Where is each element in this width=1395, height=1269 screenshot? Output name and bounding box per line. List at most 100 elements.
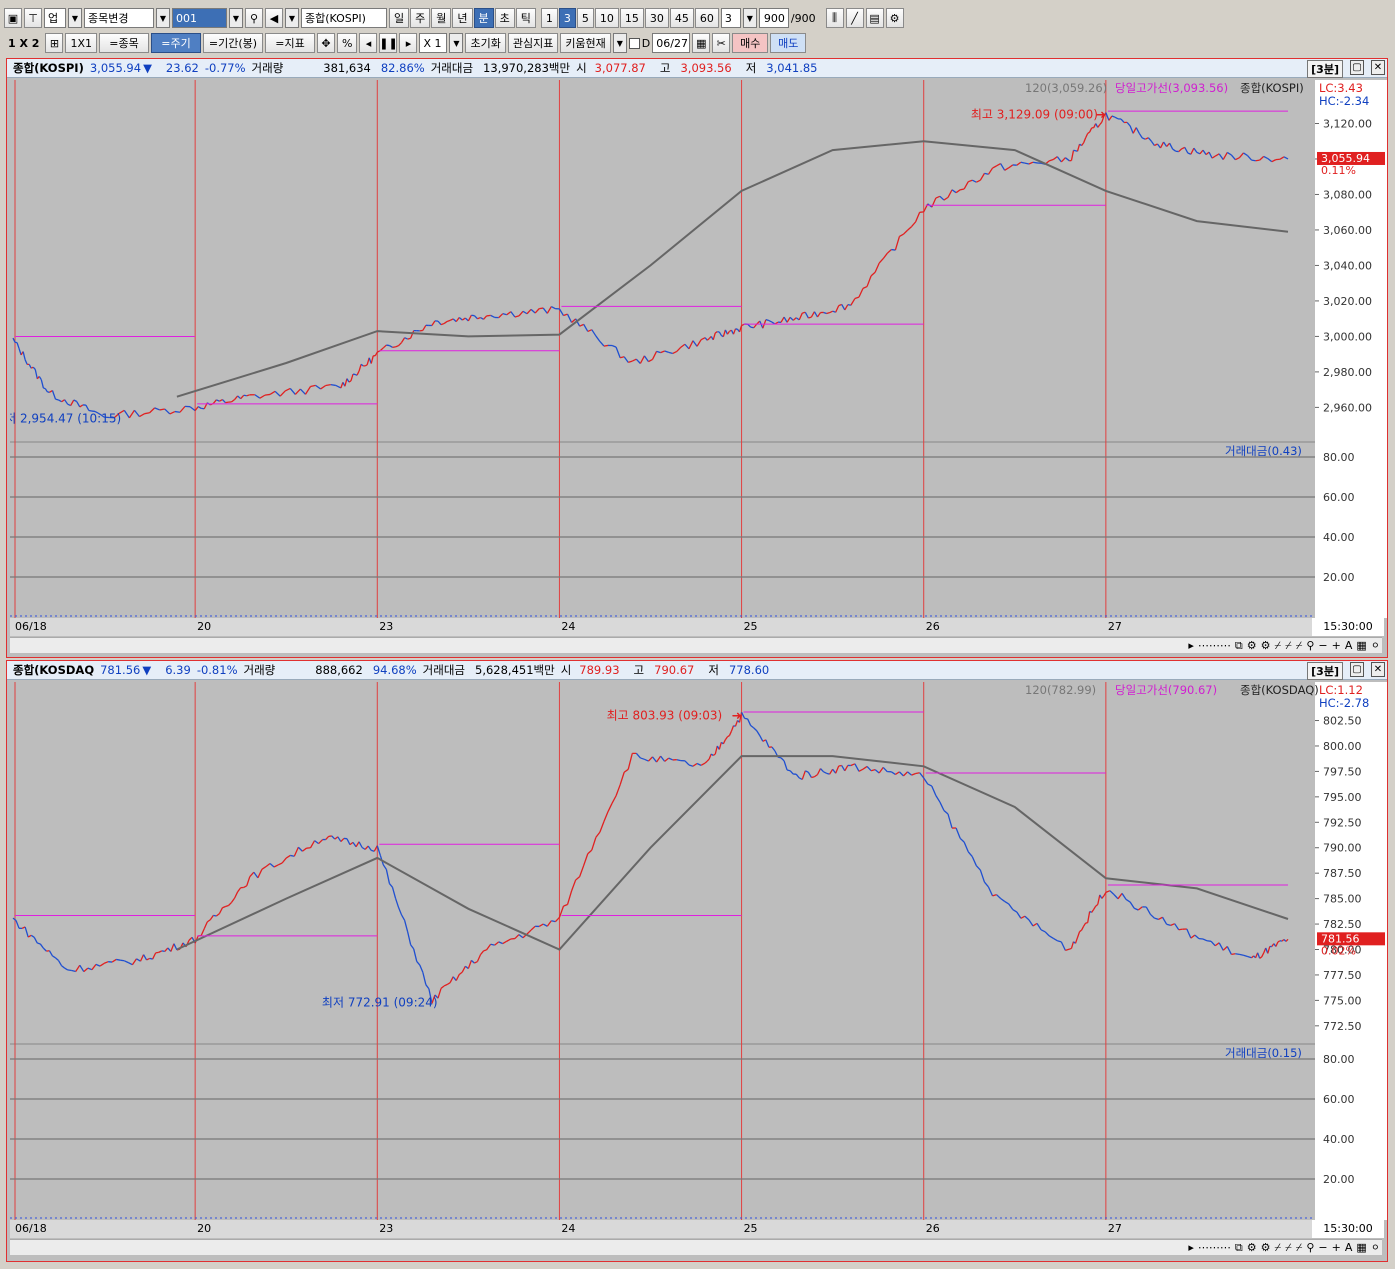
next-icon[interactable]: ▸ [399, 33, 418, 53]
period-tab-0[interactable]: 일 [389, 8, 410, 28]
minute-tab-0[interactable]: 1 [540, 8, 558, 28]
table-icon[interactable]: ▦ [1356, 639, 1366, 652]
price-segment [1235, 953, 1240, 956]
period-tab-6[interactable]: 틱 [515, 8, 536, 28]
zoom-in-icon[interactable]: + [1332, 639, 1341, 652]
text-tool-icon[interactable]: A [1345, 1241, 1353, 1254]
minute-tab-4[interactable]: 15 [619, 8, 644, 28]
table-icon[interactable]: ▦ [1356, 1241, 1366, 1254]
range-button[interactable]: =기간(봉) [203, 33, 263, 53]
close-icon[interactable]: ✕ [1371, 60, 1385, 75]
code-dropdown-icon[interactable]: ▼ [229, 8, 243, 28]
chart-panel-kosdaq: 종합(KOSDAQ 781.56 ▼ 6.39 -0.81% 거래량 888,662 94.6… [6, 660, 1388, 1262]
layout-label[interactable]: 1 X 2 [4, 37, 43, 50]
gear-icon[interactable]: ⚙ [885, 8, 904, 28]
stock-button[interactable]: =종목 [99, 33, 149, 53]
count-dropdown-icon[interactable]: ▼ [742, 8, 757, 28]
bar-count-input[interactable]: 900 [758, 8, 789, 28]
indicator-button[interactable]: =지표 [265, 33, 315, 53]
timeframe-label[interactable]: [3분] [1307, 662, 1343, 680]
settings-icon[interactable]: ⚙ [1247, 639, 1257, 652]
change-stock-dropdown-icon[interactable]: ▼ [156, 8, 170, 28]
minute-tab-7[interactable]: 60 [694, 8, 719, 28]
x-axis-label: 06/18 [15, 1222, 47, 1235]
speaker-dropdown-icon[interactable]: ▼ [285, 8, 299, 28]
draw-tool-icon[interactable]: ⌿ [1296, 1241, 1303, 1255]
zoom-icon[interactable]: ⚲ [1306, 639, 1314, 652]
scroll-right-icon[interactable]: ▸ [1188, 639, 1194, 652]
fav-indicator-button[interactable]: 관심지표 [507, 33, 559, 53]
price-segment [735, 328, 738, 330]
minute-tab-1[interactable]: 3 [558, 8, 576, 28]
circle-tool-icon[interactable]: ⚪ [1371, 639, 1380, 652]
chart-scrollbar[interactable]: ▸ ⋯⋯⋯ ⧉ ⚙ ⚙ ⌿ ⌿ ⌿ ⚲ − + A ▦ ⚪ [10, 637, 1382, 653]
sell-button[interactable]: 매도 [770, 33, 807, 53]
price-chart[interactable]: 802.50 800.00 797.50 795.00 792.50 790.00 787.… [10, 682, 1387, 1220]
current-button[interactable]: 키움현재 [560, 33, 611, 53]
layout-1x1-button[interactable]: 1X1 [65, 33, 97, 53]
draw-tool-icon[interactable]: ⌿ [1275, 1241, 1282, 1255]
minute-tab-2[interactable]: 5 [576, 8, 594, 28]
candle-type-icon[interactable]: ⫼ [825, 8, 844, 28]
close-icon[interactable]: ✕ [1371, 662, 1385, 677]
save-icon[interactable]: ▤ [865, 8, 884, 28]
period-tab-2[interactable]: 월 [431, 8, 452, 28]
window-icon[interactable]: ▣ [4, 8, 22, 28]
code-input[interactable]: 001 [172, 8, 227, 28]
draw-tool-icon[interactable]: ⌿ [1285, 1241, 1292, 1255]
calendar-icon[interactable]: ▦ [692, 33, 711, 53]
draw-tool-icon[interactable]: ⌿ [1296, 639, 1303, 653]
period-tab-1[interactable]: 주 [410, 8, 431, 28]
minute-tab-6[interactable]: 45 [669, 8, 694, 28]
config-icon[interactable]: ⚙ [1261, 1241, 1271, 1254]
reset-button[interactable]: 초기화 [465, 33, 506, 53]
current-dropdown-icon[interactable]: ▼ [612, 33, 627, 53]
draw-tool-icon[interactable]: ⌿ [1285, 639, 1292, 653]
pin-icon[interactable]: ⊤ [24, 8, 42, 28]
search-icon[interactable]: ⚲ [245, 8, 263, 28]
line-tool-icon[interactable]: ╱ [845, 8, 864, 28]
scissors-icon[interactable]: ✂ [712, 33, 731, 53]
chart-scrollbar[interactable]: ▸ ⋯⋯⋯ ⧉ ⚙ ⚙ ⌿ ⌿ ⌿ ⚲ − + A ▦ ⚪ [10, 1239, 1382, 1255]
minute-tab-5[interactable]: 30 [644, 8, 669, 28]
scroll-thumb[interactable]: ⋯⋯⋯ [1198, 1241, 1231, 1254]
price-chart[interactable]: 3,120.003,100.003,080.003,060.003,040.00… [10, 80, 1387, 618]
d-checkbox[interactable] [628, 37, 640, 49]
draw-tool-icon[interactable]: ⌿ [1275, 639, 1282, 653]
settings-icon[interactable]: ⚙ [1247, 1241, 1257, 1254]
timeframe-label[interactable]: [3분] [1307, 60, 1343, 78]
crosshair-icon[interactable]: ✥ [317, 33, 335, 53]
prev-icon[interactable]: ◂ [359, 33, 378, 53]
copy-icon[interactable]: ⧉ [1235, 639, 1243, 653]
speaker-icon[interactable]: ◀ [265, 8, 283, 28]
percent-button[interactable]: % [337, 33, 358, 53]
market-select[interactable]: 업 [44, 8, 66, 28]
copy-icon[interactable]: ⧉ [1235, 1241, 1243, 1255]
hts-chart-window: ▣ ⊤ 업 ▼ 종목변경 ▼ 001 ▼ ⚲ ◀ ▼ 종합(KOSPI) 일주월… [0, 0, 1395, 1269]
zoom-icon[interactable]: ⚲ [1306, 1241, 1314, 1254]
period-button[interactable]: =주기 [151, 33, 201, 53]
scroll-thumb[interactable]: ⋯⋯⋯ [1198, 639, 1231, 652]
grid-icon[interactable]: ⊞ [45, 33, 64, 53]
config-icon[interactable]: ⚙ [1261, 639, 1271, 652]
scroll-right-icon[interactable]: ▸ [1188, 1241, 1194, 1254]
zoom-out-icon[interactable]: − [1318, 639, 1327, 652]
date-input[interactable]: 06/27 [652, 33, 691, 53]
count-select[interactable]: 3 [720, 8, 741, 28]
zoom-select[interactable]: X 1 [419, 33, 448, 53]
period-tab-5[interactable]: 초 [494, 8, 515, 28]
maximize-icon[interactable]: ▢ [1350, 662, 1364, 677]
zoom-in-icon[interactable]: + [1332, 1241, 1341, 1254]
market-dropdown-icon[interactable]: ▼ [68, 8, 82, 28]
zoom-dropdown-icon[interactable]: ▼ [449, 33, 464, 53]
text-tool-icon[interactable]: A [1345, 639, 1353, 652]
circle-tool-icon[interactable]: ⚪ [1371, 1241, 1380, 1254]
maximize-icon[interactable]: ▢ [1350, 60, 1364, 75]
period-tab-3[interactable]: 년 [452, 8, 473, 28]
pause-icon[interactable]: ❚❚ [379, 33, 398, 53]
zoom-out-icon[interactable]: − [1318, 1241, 1327, 1254]
minute-tab-3[interactable]: 10 [594, 8, 619, 28]
buy-button[interactable]: 매수 [732, 33, 769, 53]
change-stock-select[interactable]: 종목변경 [84, 8, 154, 28]
period-tab-4[interactable]: 분 [473, 8, 494, 28]
